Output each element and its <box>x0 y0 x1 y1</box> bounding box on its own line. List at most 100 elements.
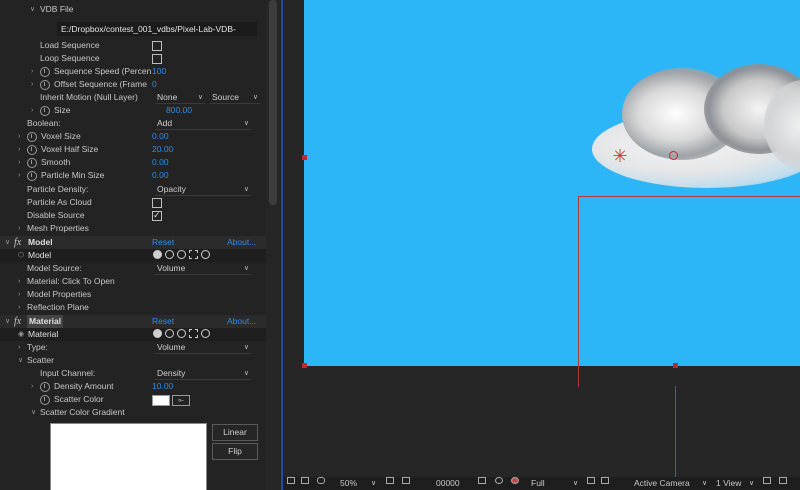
stopwatch-icon[interactable] <box>27 132 37 142</box>
scatter-color-swatch[interactable] <box>152 395 170 406</box>
chevron-down-icon[interactable]: ∨ <box>30 3 35 16</box>
model-properties-row[interactable]: › Model Properties <box>0 288 266 301</box>
show-snapshot-icon[interactable] <box>301 477 309 484</box>
chevron-right-icon[interactable]: › <box>18 143 20 156</box>
chevron-down-icon[interactable]: ∨ <box>702 477 707 490</box>
mask-icon[interactable] <box>402 477 410 484</box>
fx-icon[interactable]: fx <box>14 236 21 249</box>
material-effect-header[interactable]: ∨ fx Material Reset About... <box>0 315 266 328</box>
model-reset-link[interactable]: Reset <box>152 236 174 249</box>
chevron-down-icon[interactable]: ∨ <box>573 477 578 490</box>
disable-source-checkbox[interactable] <box>152 209 162 222</box>
mesh-properties-row[interactable]: › Mesh Properties <box>0 222 266 235</box>
chevron-down-icon[interactable]: ∨ <box>5 236 10 249</box>
timecode[interactable]: 00000 <box>436 477 460 490</box>
chevron-right-icon[interactable]: › <box>18 301 20 314</box>
inherit-motion-dropdown[interactable]: None ∨ <box>155 92 205 104</box>
chevron-right-icon[interactable]: › <box>31 104 33 117</box>
scroll-thumb[interactable] <box>269 0 277 205</box>
fast-preview-icon[interactable] <box>779 477 787 484</box>
views-dropdown[interactable]: 1 View <box>716 477 741 490</box>
eyedropper-icon[interactable]: ⟜ <box>172 395 190 406</box>
model-about-link[interactable]: About... <box>227 236 256 249</box>
chevron-down-icon[interactable]: ∨ <box>371 477 376 490</box>
region-icon[interactable] <box>587 477 595 484</box>
resolution-dropdown[interactable]: Full <box>531 477 545 490</box>
stopwatch-icon[interactable] <box>40 67 50 77</box>
chevron-right-icon[interactable]: › <box>18 222 20 235</box>
density-amount-value[interactable]: 10.00 <box>152 380 173 393</box>
smooth-value[interactable]: 0.00 <box>152 156 169 169</box>
size-value[interactable]: 800.00 <box>166 104 192 117</box>
material-reset-link[interactable]: Reset <box>152 315 174 328</box>
scatter-color-gradient-row[interactable]: ∨ Scatter Color Gradient <box>0 406 266 419</box>
material-type-dropdown[interactable]: Volume ∨ <box>155 342 251 354</box>
chevron-down-icon[interactable]: ∨ <box>749 477 754 490</box>
vdb-file-row[interactable]: ∨ VDB File <box>0 3 266 16</box>
zoom-level[interactable]: 50% <box>340 477 357 490</box>
stopwatch-icon[interactable] <box>40 395 50 405</box>
select-icon[interactable] <box>189 250 198 259</box>
material-click-row[interactable]: › Material: Click To Open <box>0 275 266 288</box>
stopwatch-icon[interactable] <box>40 106 50 116</box>
layer-handle[interactable] <box>302 363 307 368</box>
sequence-speed-value[interactable]: 100 <box>152 65 166 78</box>
chevron-down-icon[interactable]: ∨ <box>5 315 10 328</box>
particle-min-size-value[interactable]: 0.00 <box>152 169 169 182</box>
particle-as-cloud-checkbox[interactable] <box>152 198 162 208</box>
chevron-right-icon[interactable]: › <box>18 288 20 301</box>
load-sequence-checkbox[interactable] <box>152 41 162 51</box>
circle-icon[interactable] <box>165 329 174 338</box>
model-effect-header[interactable]: ∨ fx Model Reset About... <box>0 236 266 249</box>
chevron-down-icon[interactable]: ∨ <box>18 354 23 367</box>
particle-density-dropdown[interactable]: Opacity ∨ <box>155 184 251 196</box>
move-icon[interactable] <box>201 329 210 338</box>
position-target-icon[interactable] <box>669 151 678 160</box>
loop-sequence-checkbox[interactable] <box>152 54 162 64</box>
chevron-right-icon[interactable]: › <box>18 169 20 182</box>
stopwatch-icon[interactable] <box>27 158 37 168</box>
layer-handle[interactable] <box>302 155 307 160</box>
glasses-icon[interactable] <box>317 477 325 484</box>
voxel-size-value[interactable]: 0.00 <box>152 130 169 143</box>
dome-icon[interactable] <box>177 250 186 259</box>
circle-icon[interactable] <box>165 250 174 259</box>
chevron-right-icon[interactable]: › <box>31 65 33 78</box>
chevron-right-icon[interactable]: › <box>18 341 20 354</box>
camera-snapshot-icon[interactable] <box>287 477 295 484</box>
inherit-motion-source-dropdown[interactable]: Source ∨ <box>210 92 260 104</box>
boolean-dropdown[interactable]: Add ∨ <box>155 118 251 130</box>
color-icon[interactable] <box>495 477 503 484</box>
voxel-half-size-value[interactable]: 20.00 <box>152 143 173 156</box>
chevron-right-icon[interactable]: › <box>31 380 33 393</box>
layer-bounding-box[interactable] <box>578 196 800 387</box>
dome-icon[interactable] <box>177 329 186 338</box>
chevron-right-icon[interactable]: › <box>18 156 20 169</box>
reflection-plane-row[interactable]: › Reflection Plane <box>0 301 266 314</box>
composition-viewer[interactable]: ✳ <box>283 0 800 477</box>
linear-button[interactable]: Linear <box>212 424 258 441</box>
sphere-icon[interactable] <box>153 329 162 338</box>
stopwatch-icon[interactable] <box>27 145 37 155</box>
vdb-path-field[interactable]: E:/Dropbox/contest_001_vdbs/Pixel-Lab-VD… <box>57 22 257 36</box>
chevron-right-icon[interactable]: › <box>18 130 20 143</box>
stopwatch-icon[interactable] <box>40 80 50 90</box>
gradient-editor[interactable] <box>50 423 207 490</box>
chevron-down-icon[interactable]: ∨ <box>31 406 36 419</box>
chevron-right-icon[interactable]: › <box>18 275 20 288</box>
input-channel-dropdown[interactable]: Density ∨ <box>155 368 251 380</box>
panel-scrollbar[interactable] <box>266 0 280 490</box>
layout-icon[interactable] <box>763 477 771 484</box>
sphere-icon[interactable] <box>153 250 162 259</box>
channel-icon[interactable] <box>511 477 519 484</box>
grid-icon[interactable] <box>386 477 394 484</box>
chevron-right-icon[interactable]: › <box>31 78 33 91</box>
stopwatch-icon[interactable] <box>40 382 50 392</box>
offset-sequence-value[interactable]: 0 <box>152 78 157 91</box>
select-icon[interactable] <box>189 329 198 338</box>
material-about-link[interactable]: About... <box>227 315 256 328</box>
camera-dropdown[interactable]: Active Camera <box>634 477 690 490</box>
move-icon[interactable] <box>201 250 210 259</box>
flip-button[interactable]: Flip <box>212 443 258 460</box>
stopwatch-icon[interactable] <box>27 171 37 181</box>
